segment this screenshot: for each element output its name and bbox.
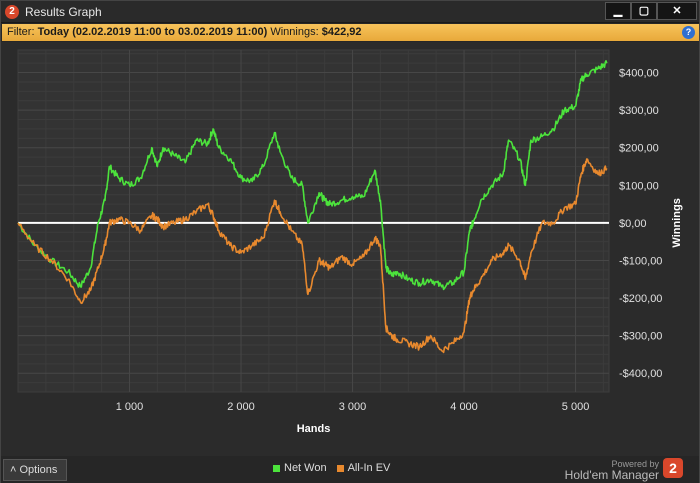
y-tick-label: -$200,00 bbox=[619, 293, 662, 305]
chevron-up-icon: ˄ bbox=[10, 464, 17, 476]
options-button[interactable]: ˄ Options bbox=[3, 459, 67, 481]
winnings-value: $422,92 bbox=[321, 26, 362, 38]
legend-item-allin-ev[interactable]: All-In EV bbox=[336, 462, 391, 474]
legend-item-net-won[interactable]: Net Won bbox=[273, 462, 327, 474]
winnings-label: Winnings: bbox=[270, 26, 322, 38]
y-tick-label: $200,00 bbox=[619, 143, 659, 155]
options-label: Options bbox=[19, 464, 58, 476]
filter-range: Today (02.02.2019 11:00 to 03.02.2019 11… bbox=[37, 26, 268, 38]
x-tick-label: 3 000 bbox=[339, 401, 367, 413]
powered-by: Powered by Hold'em Manager bbox=[565, 459, 659, 481]
y-tick-label: -$400,00 bbox=[619, 368, 662, 380]
y-tick-label: $400,00 bbox=[619, 68, 659, 80]
legend-label-allin-ev: All-In EV bbox=[347, 462, 391, 474]
x-tick-label: 1 000 bbox=[116, 401, 144, 413]
filter-prefix: Filter: bbox=[7, 26, 38, 38]
filter-bar[interactable]: Filter: Today (02.02.2019 11:00 to 03.02… bbox=[2, 24, 699, 41]
window-title: Results Graph bbox=[25, 5, 102, 19]
y-tick-label: -$300,00 bbox=[619, 331, 662, 343]
y-tick-label: $100,00 bbox=[619, 180, 659, 192]
y-tick-label: $0,00 bbox=[619, 218, 647, 230]
x-tick-label: 5 000 bbox=[562, 401, 590, 413]
legend: Net Won All-In EV bbox=[273, 462, 390, 474]
help-icon[interactable]: ? bbox=[682, 26, 695, 39]
maximize-button[interactable]: ▢ bbox=[631, 2, 657, 20]
x-tick-label: 4 000 bbox=[450, 401, 478, 413]
x-axis-label: Hands bbox=[297, 423, 331, 435]
legend-swatch-net-won bbox=[273, 464, 280, 472]
legend-swatch-allin-ev bbox=[336, 464, 344, 472]
x-tick-label: 2 000 bbox=[227, 401, 255, 413]
minimize-button[interactable]: ▁ bbox=[605, 2, 631, 20]
results-chart: $400,00 $300,00 $200,00 $100,00 $0,00 -$100,0… bbox=[17, 49, 683, 435]
close-button[interactable]: ✕ bbox=[657, 2, 697, 20]
plot-area bbox=[17, 49, 610, 393]
y-tick-label: $300,00 bbox=[619, 105, 659, 117]
app-logo-icon: 2 bbox=[5, 5, 19, 19]
y-axis-label: Winnings bbox=[671, 198, 683, 247]
brand-name: Hold'em Manager bbox=[564, 468, 659, 482]
legend-label-net-won: Net Won bbox=[284, 462, 327, 474]
title-bar[interactable]: 2 Results Graph ▁ ▢ ✕ bbox=[1, 1, 699, 23]
bottom-bar: ˄ Options Net Won All-In EV Powered by H… bbox=[1, 457, 699, 483]
y-tick-label: -$100,00 bbox=[619, 255, 662, 267]
brand-logo-icon: 2 bbox=[663, 458, 683, 478]
chart-area: $400,00 $300,00 $200,00 $100,00 $0,00 -$100,0… bbox=[1, 42, 699, 456]
results-graph-window: 2 Results Graph ▁ ▢ ✕ Filter: Today (02.… bbox=[0, 0, 700, 483]
